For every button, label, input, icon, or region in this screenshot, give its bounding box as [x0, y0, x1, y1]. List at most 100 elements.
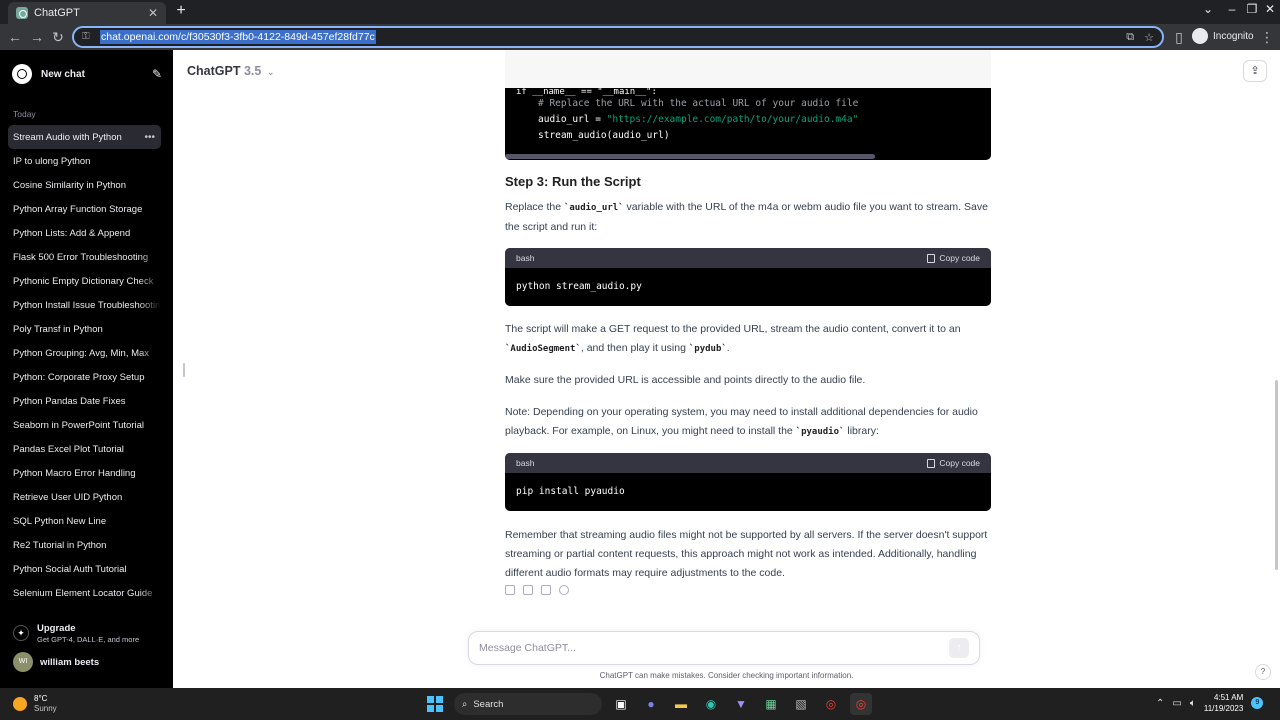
copy-code-button[interactable]: Copy code — [927, 454, 980, 473]
new-tab-button[interactable]: + — [172, 2, 190, 20]
app-icon[interactable]: ▦ — [760, 693, 782, 715]
history-item-label: Pandas Excel Plot Tutorial — [13, 443, 124, 455]
close-tab-icon[interactable]: ✕ — [148, 6, 158, 20]
weather-widget[interactable]: 8°C Sunny — [13, 694, 57, 714]
notification-badge[interactable]: 9 — [1251, 697, 1264, 709]
openai-logo-icon — [12, 64, 32, 84]
history-item[interactable]: Python Lists: Add & Append — [8, 221, 161, 245]
history-item[interactable]: Pythonic Empty Dictionary Check — [8, 269, 161, 293]
history-item[interactable]: Python: Corporate Proxy Setup — [8, 365, 161, 389]
inline-code: `pydub` — [688, 344, 727, 354]
history-section-label: Today — [13, 109, 36, 119]
time: 4:51 AM — [1213, 693, 1244, 702]
history-item-label: Selenium Element Locator Guide — [13, 587, 153, 599]
history-item[interactable]: Python Install Issue Troubleshooting — [8, 293, 161, 317]
scrollbar[interactable] — [1275, 380, 1278, 570]
address-url[interactable]: chat.openai.com/c/f30530f3-3fb0-4122-849… — [100, 30, 376, 44]
code-block-header: bash Copy code — [505, 248, 991, 268]
close-window-icon[interactable]: ✕ — [1260, 2, 1280, 16]
side-panel-icon[interactable]: ▯ — [1170, 28, 1188, 46]
history-item[interactable]: Python Grouping: Avg, Min, Max — [8, 341, 161, 365]
thumbs-down-icon[interactable] — [541, 585, 551, 595]
sidebar-toggle-handle[interactable] — [183, 363, 185, 377]
bookmark-star-icon[interactable]: ☆ — [1144, 31, 1154, 44]
browser-menu-icon[interactable]: ⋮ — [1258, 28, 1276, 46]
history-item[interactable]: Cosine Similarity in Python — [8, 173, 161, 197]
start-button[interactable] — [424, 693, 446, 715]
message-composer: ↑ — [468, 631, 980, 665]
history-item[interactable]: Python Pandas Date Fixes — [8, 389, 161, 413]
history-item[interactable]: Python Macro Error Handling — [8, 461, 161, 485]
back-icon[interactable]: ← — [6, 28, 24, 46]
chrome-incognito-icon[interactable]: ◎ — [850, 693, 872, 715]
chevron-down-icon: ⌄ — [266, 67, 275, 77]
windows-logo-icon — [427, 696, 443, 712]
history-item[interactable]: Retrieve User UID Python — [8, 485, 161, 509]
chevron-up-icon[interactable]: ⌃ — [1156, 698, 1164, 709]
minimize-icon[interactable]: – — [1222, 2, 1242, 16]
avatar: WI — [13, 652, 33, 672]
horizontal-scrollbar[interactable] — [505, 154, 875, 159]
history-item[interactable]: Python Array Function Storage — [8, 197, 161, 221]
history-item[interactable]: Poly Transf in Python — [8, 317, 161, 341]
history-item[interactable]: Pandas Excel Plot Tutorial — [8, 437, 161, 461]
chevron-down-icon[interactable]: ⌄ — [1198, 2, 1218, 16]
copy-icon[interactable] — [505, 585, 515, 595]
history-item-label: Python Social Auth Tutorial — [13, 563, 127, 575]
user-menu[interactable]: WI william beets — [13, 652, 99, 672]
history-item[interactable]: Selenium Element Locator Guide — [8, 581, 161, 605]
upgrade-title: Upgrade — [37, 623, 76, 634]
history-item[interactable]: SQL Python New Line — [8, 509, 161, 533]
history-item-label: SQL Python New Line — [13, 515, 107, 527]
browser-tab-chatgpt[interactable]: ChatGPT ✕ — [8, 2, 166, 24]
send-button[interactable]: ↑ — [949, 638, 969, 658]
upgrade-button[interactable]: ✦ Upgrade Get GPT-4, DALL·E, and more — [13, 623, 163, 644]
incognito-profile[interactable]: Incognito — [1192, 28, 1254, 44]
code-line: audio_url = "https://example.com/path/to… — [538, 114, 859, 125]
new-chat-button[interactable]: New chat ✎ — [8, 62, 162, 86]
history-item[interactable]: IP to ulong Python — [8, 149, 161, 173]
edge-browser-icon[interactable]: ◉ — [700, 693, 722, 715]
chat-app-icon[interactable]: ● — [640, 693, 662, 715]
code-line: # Replace the URL with the actual URL of… — [538, 98, 859, 109]
history-item[interactable]: Seaborn in PowerPoint Tutorial — [8, 413, 161, 437]
paragraph: Remember that streaming audio files migh… — [505, 529, 988, 579]
more-options-icon[interactable]: ••• — [144, 132, 155, 143]
history-item[interactable]: Flask 500 Error Troubleshooting — [8, 245, 161, 269]
install-app-icon[interactable]: ⧉ — [1126, 31, 1134, 44]
incognito-icon — [1192, 28, 1208, 44]
profile-label: Incognito — [1213, 30, 1254, 42]
history-item[interactable]: Stream Audio with Python ••• — [8, 125, 161, 149]
message-input[interactable] — [479, 642, 949, 654]
site-info-icon[interactable]: ⚿ — [82, 31, 94, 43]
copy-code-button[interactable]: Copy code — [927, 249, 980, 268]
help-button[interactable]: ? — [1255, 664, 1271, 680]
history-item[interactable]: Re2 Tutorial in Python — [8, 533, 161, 557]
clock[interactable]: 4:51 AM 11/19/2023 — [1204, 692, 1243, 714]
app-icon[interactable]: ▧ — [790, 693, 812, 715]
regenerate-icon[interactable] — [559, 585, 569, 595]
history-item-label: Python Array Function Storage — [13, 203, 143, 215]
share-button[interactable]: ⇪ — [1243, 60, 1267, 82]
task-view-icon[interactable]: ▣ — [610, 693, 632, 715]
history-item-label: Seaborn in PowerPoint Tutorial — [13, 419, 144, 431]
history-item[interactable]: Python Social Auth Tutorial — [8, 557, 161, 581]
restore-icon[interactable]: ❐ — [1242, 2, 1262, 16]
volume-icon[interactable]: 🔈︎ — [1190, 698, 1196, 709]
user-name: william beets — [40, 656, 100, 668]
edit-icon[interactable]: ✎ — [152, 67, 162, 81]
forward-icon[interactable]: → — [28, 28, 46, 46]
network-icon[interactable]: ▭ — [1172, 698, 1181, 709]
taskbar-search[interactable]: ⌕ Search — [454, 693, 602, 715]
code-block-header: bash Copy code — [505, 453, 991, 473]
file-explorer-icon[interactable]: ▬ — [670, 693, 692, 715]
chat-history-list: Stream Audio with Python ••• IP to ulong … — [8, 125, 161, 605]
model-selector[interactable]: ChatGPT 3.5 ⌄ — [187, 64, 274, 78]
thumbs-up-icon[interactable] — [523, 585, 533, 595]
reload-icon[interactable]: ↻ — [49, 28, 67, 46]
browser-toolbar: ← → ↻ ⚿ chat.openai.com/c/f30530f3-3fb0-… — [0, 24, 1280, 50]
address-bar[interactable]: ⚿ chat.openai.com/c/f30530f3-3fb0-4122-8… — [72, 26, 1164, 48]
history-item-label: Poly Transf in Python — [13, 323, 103, 335]
chrome-icon[interactable]: ◎ — [820, 693, 842, 715]
app-icon[interactable]: ▼ — [730, 693, 752, 715]
